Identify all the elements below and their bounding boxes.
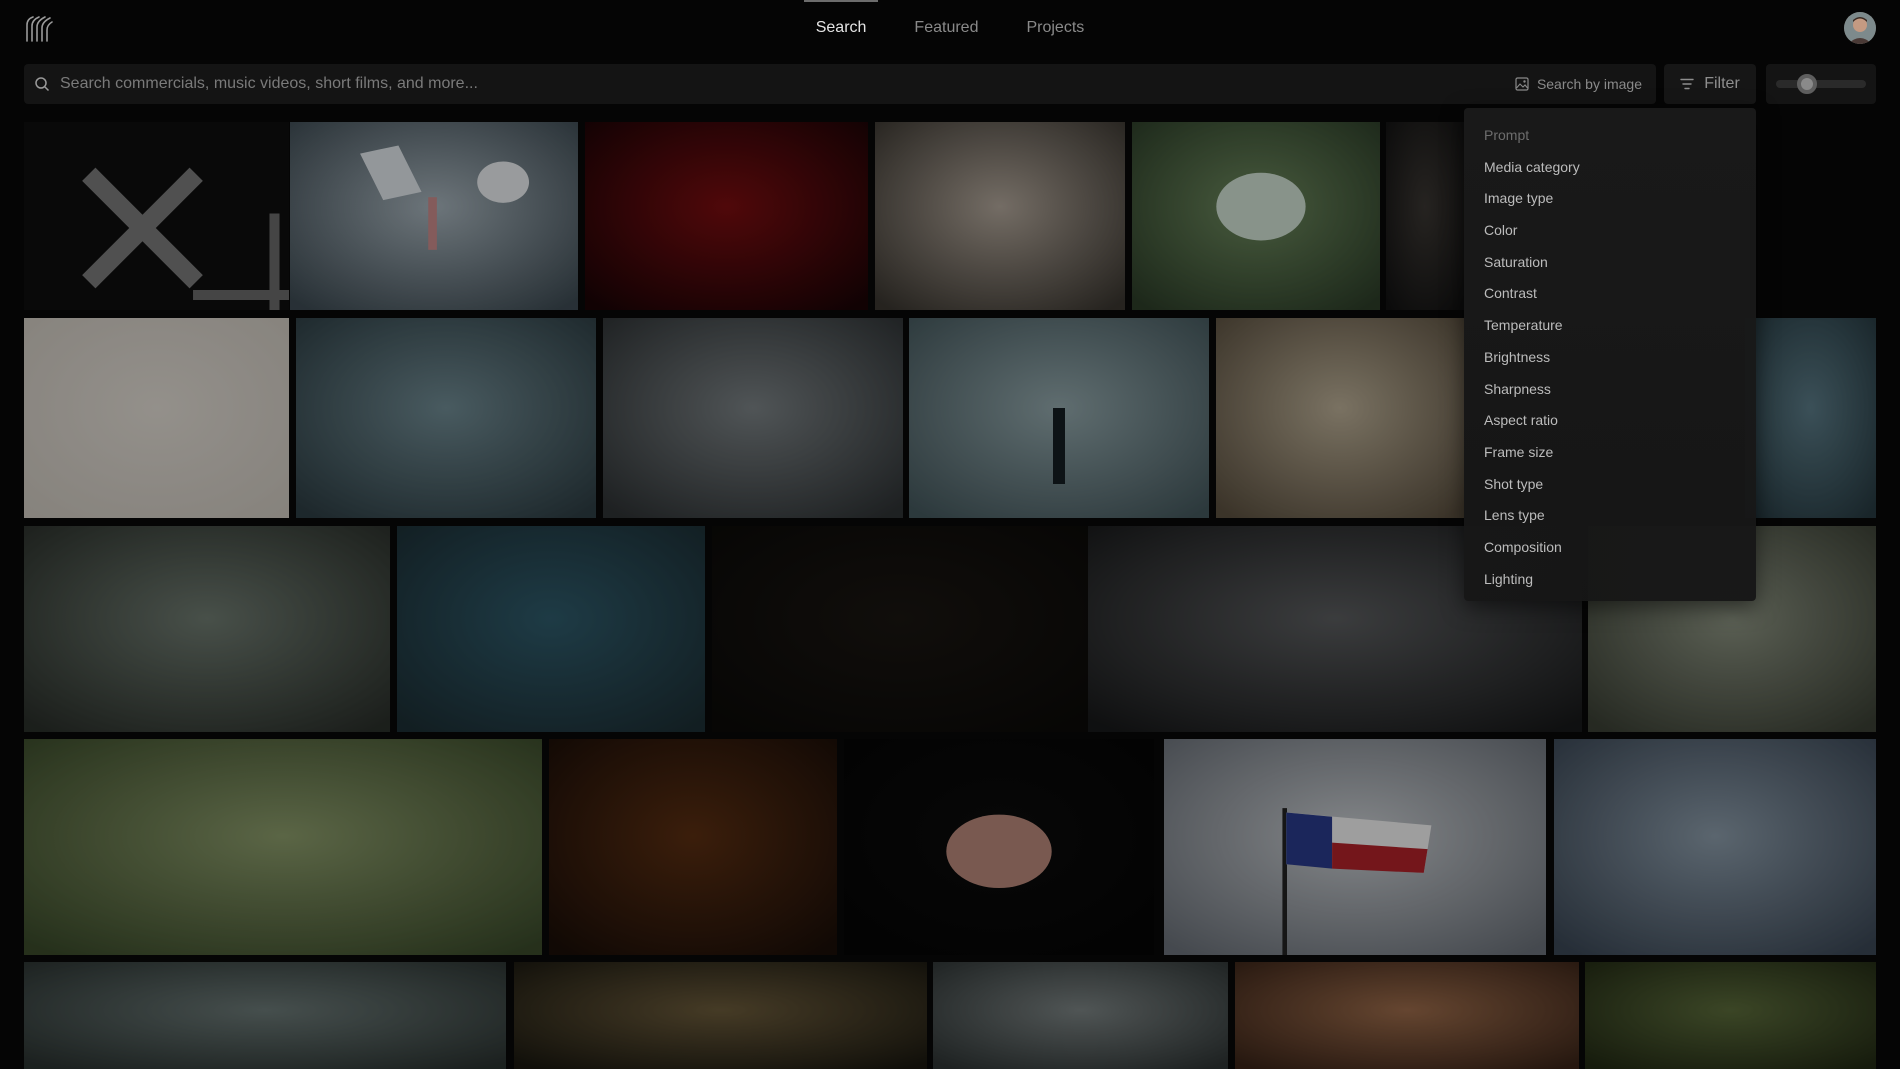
thumbnail-red-lit-face[interactable] <box>585 122 868 310</box>
thumbnail-tree-hill-overcast[interactable] <box>933 962 1228 1069</box>
filter-lines-icon <box>1680 78 1694 90</box>
thumbnail-image <box>585 122 868 310</box>
filter-option-shot-type[interactable]: Shot type <box>1464 469 1756 501</box>
filter-option-composition[interactable]: Composition <box>1464 532 1756 564</box>
filter-option-contrast[interactable]: Contrast <box>1464 278 1756 310</box>
filter-option-image-type[interactable]: Image type <box>1464 183 1756 215</box>
thumbnail-image <box>1164 739 1546 955</box>
thumbnail-woman-standing-studio[interactable] <box>909 318 1209 518</box>
main-nav: Search Featured Projects <box>0 0 1900 58</box>
thumbnail-image <box>24 739 542 955</box>
thumbnail-hands-belt-jeans[interactable] <box>24 526 390 732</box>
search-by-image-label: Search by image <box>1536 76 1642 92</box>
filter-option-temperature[interactable]: Temperature <box>1464 310 1756 342</box>
thumbnail-image <box>397 526 705 732</box>
thumbnail-image <box>24 318 289 518</box>
thumbnail-green-pods-pile[interactable] <box>1585 962 1876 1069</box>
thumbnail-night-street-scene[interactable] <box>712 526 1088 732</box>
thumbnail-hand-writing-notebook[interactable] <box>603 318 903 518</box>
thumbnail-man-with-camera[interactable] <box>875 122 1125 310</box>
thumbnail-image <box>875 122 1125 310</box>
filter-option-frame-size[interactable]: Frame size <box>1464 437 1756 469</box>
thumbnail-image <box>844 739 1154 955</box>
thumbnail-image <box>1216 318 1464 518</box>
search-by-image-button[interactable]: Search by image <box>1515 64 1642 104</box>
zoom-track[interactable] <box>1776 80 1866 88</box>
filter-option-prompt: Prompt <box>1484 127 1530 143</box>
tab-search[interactable]: Search <box>803 0 879 58</box>
filter-dropdown: Prompt Media category Image type Color Satur… <box>1464 108 1756 601</box>
thumbnail-image <box>549 739 837 955</box>
search-icon <box>35 77 50 92</box>
filter-option-aspect-ratio[interactable]: Aspect ratio <box>1464 405 1756 437</box>
thumbnail-woman-with-phone[interactable] <box>1745 318 1876 518</box>
search-input[interactable] <box>60 64 1160 104</box>
thumbnail-image <box>24 962 506 1069</box>
thumbnail-school-hallway[interactable] <box>1216 318 1464 518</box>
zoom-slider[interactable] <box>1766 64 1876 104</box>
thumbnail-woman-plank-studio[interactable] <box>296 318 596 518</box>
thumbnail-city-night-lights[interactable] <box>514 962 927 1069</box>
thumbnail-image <box>1132 122 1380 310</box>
close-icon[interactable] <box>24 134 275 310</box>
thumbnail-image <box>290 122 578 310</box>
thumbnail-image <box>1585 962 1876 1069</box>
tab-projects[interactable]: Projects <box>1014 0 1096 58</box>
filter-button[interactable]: Filter <box>1664 64 1756 104</box>
thumbnail-image <box>603 318 903 518</box>
thumbnail-studio-lighting-model[interactable] <box>290 122 578 310</box>
filter-option-lighting[interactable]: Lighting <box>1464 564 1756 596</box>
top-bar: Search Featured Projects <box>0 0 1900 58</box>
filter-option-sharpness[interactable]: Sharpness <box>1464 374 1756 406</box>
thumbnail-image <box>909 318 1209 518</box>
filter-label: Filter <box>1704 75 1740 92</box>
filter-option-lens-type[interactable]: Lens type <box>1464 500 1756 532</box>
thumbnail-image <box>1745 318 1876 518</box>
thumbnail-fisheye-golf-ball[interactable] <box>1132 122 1380 310</box>
thumbnail-image <box>933 962 1228 1069</box>
thumbnail-image <box>24 526 390 732</box>
filter-option-brightness[interactable]: Brightness <box>1464 342 1756 374</box>
thumbnail-orange-sky-horizon[interactable] <box>549 739 837 955</box>
filter-option-color[interactable]: Color <box>1464 215 1756 247</box>
thumbnail-woman-under-tree[interactable] <box>24 739 542 955</box>
app-root: Search Featured Projects Search commerci… <box>0 0 1900 1069</box>
thumbnail-top-down-dancers-circle[interactable] <box>24 318 289 518</box>
thumbnail-image <box>1235 962 1579 1069</box>
filter-option-media-category[interactable]: Media category <box>1464 152 1756 184</box>
tab-featured[interactable]: Featured <box>902 0 990 58</box>
thumbnail-image <box>1386 122 1464 310</box>
thumbnail-fan-close-up[interactable] <box>24 962 506 1069</box>
thumbnail-woman-lying-phone[interactable] <box>397 526 705 732</box>
image-icon <box>1515 77 1529 91</box>
thumbnail-dark-interior[interactable] <box>1386 122 1464 310</box>
zoom-thumb[interactable] <box>1797 74 1817 94</box>
search-bar: Search by image <box>24 64 1656 104</box>
thumbnail-rider-helmet-street[interactable] <box>1554 739 1876 955</box>
add-reference-tile[interactable] <box>24 122 289 310</box>
thumbnail-image <box>296 318 596 518</box>
thumbnail-girl-in-car[interactable] <box>1235 962 1579 1069</box>
filter-option-saturation[interactable]: Saturation <box>1464 247 1756 279</box>
thumbnail-texas-flag-clouds[interactable] <box>1164 739 1546 955</box>
thumbnail-image <box>1554 739 1876 955</box>
thumbnail-image <box>712 526 1088 732</box>
avatar[interactable] <box>1844 12 1876 44</box>
thumbnail-planet-dark[interactable] <box>844 739 1154 955</box>
thumbnail-image <box>514 962 927 1069</box>
